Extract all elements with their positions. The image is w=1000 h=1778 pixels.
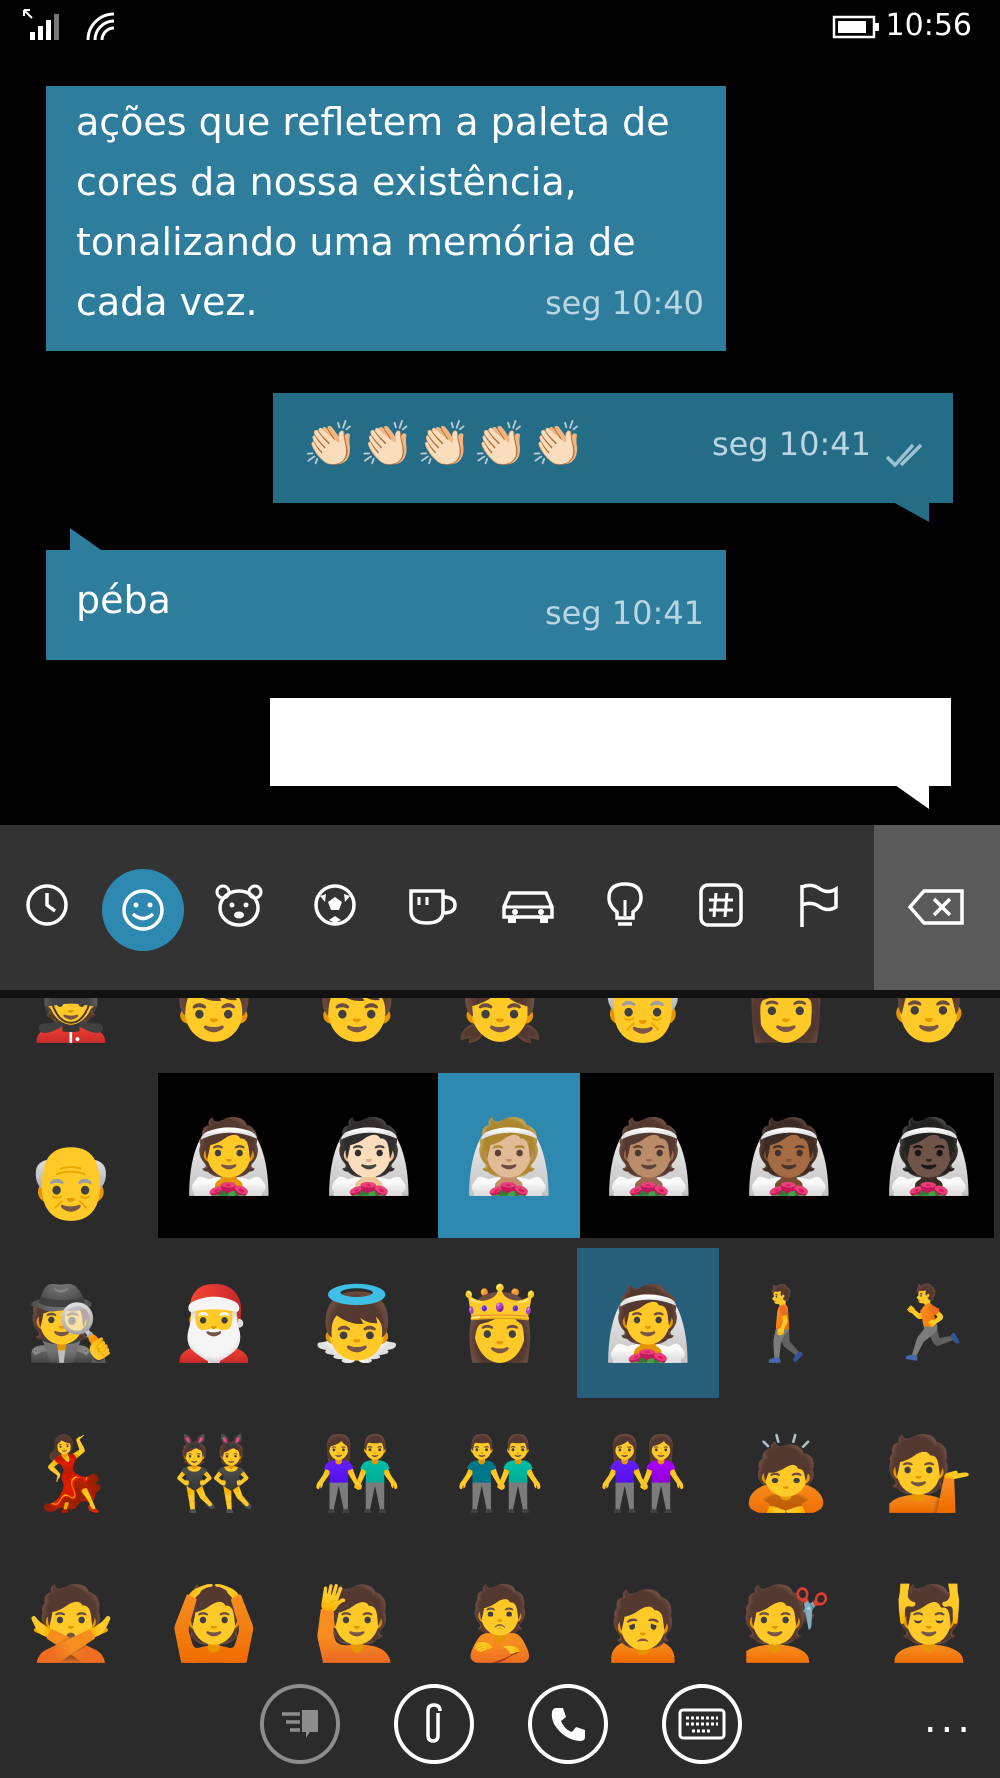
bubble-tail	[70, 528, 104, 552]
clock-time: 10:56	[885, 8, 972, 43]
emoji-two-women[interactable]: 👭	[572, 1398, 714, 1548]
emoji-bunny-dancers[interactable]: 👯	[143, 1398, 285, 1548]
wifi-icon	[86, 12, 115, 41]
keyboard-button[interactable]	[662, 1684, 742, 1764]
bubble-tail	[893, 502, 929, 522]
message-timestamp: seg 10:40	[544, 284, 704, 322]
attach-button[interactable]	[394, 1684, 474, 1764]
emoji-old-man[interactable]: 👴	[0, 1098, 142, 1263]
message-bubble-incoming[interactable]: ações que refletem a paleta de cores da …	[46, 86, 726, 351]
backspace-icon	[907, 889, 964, 925]
emoji-girl[interactable]: 👧	[429, 998, 571, 1078]
hash-icon[interactable]	[681, 865, 761, 945]
message-bubble-outgoing[interactable]: 👏🏻👏🏻👏🏻👏🏻👏🏻 seg 10:41	[273, 393, 953, 503]
soccer-ball-icon[interactable]	[295, 865, 375, 945]
status-bar: 10:56	[0, 0, 1000, 60]
skin-tone-picker: 👰 👰🏻 👰🏼 👰🏽 👰🏾 👰🏿	[158, 1073, 994, 1238]
emoji-couple[interactable]: 👫	[286, 1398, 428, 1548]
emoji-bowing[interactable]: 🙇	[715, 1398, 857, 1548]
coffee-cup-icon[interactable]	[393, 865, 473, 945]
smiley-icon[interactable]	[102, 869, 184, 951]
emoji-guard[interactable]: 💂	[0, 998, 142, 1078]
paperclip-icon	[426, 1703, 442, 1743]
bear-icon[interactable]	[199, 865, 279, 945]
backspace-button[interactable]	[874, 825, 1000, 990]
emoji-bride-dark[interactable]: 👰🏿	[858, 1073, 1000, 1238]
message-timestamp: seg 10:41	[711, 425, 871, 463]
message-text: péba	[76, 578, 171, 622]
emoji-frowning[interactable]: 🙍	[572, 1548, 714, 1666]
divider	[0, 990, 1000, 998]
emoji-bride-default[interactable]: 👰	[158, 1073, 300, 1238]
emoji-info-desk[interactable]: 💁	[858, 1398, 1000, 1548]
battery-icon	[832, 15, 879, 39]
emoji-two-men[interactable]: 👬	[429, 1398, 571, 1548]
emoji-angel[interactable]: 👼	[286, 1248, 428, 1398]
emoji-boy[interactable]: 👦	[286, 998, 428, 1078]
emoji-bride-medium[interactable]: 👰🏽	[578, 1073, 720, 1238]
double-check-icon	[885, 443, 923, 468]
emoji-dancer[interactable]: 💃	[0, 1398, 142, 1548]
signal-icon	[23, 9, 59, 40]
phone-icon	[551, 1708, 585, 1741]
emoji-boy[interactable]: 👦	[143, 998, 285, 1078]
emoji-no-gesture[interactable]: 🙅	[0, 1548, 142, 1666]
emoji-bride-selected[interactable]: 👰	[577, 1248, 719, 1398]
message-bubble-incoming[interactable]: péba seg 10:41	[46, 550, 726, 660]
emoji-bride-medium-dark[interactable]: 👰🏾	[718, 1073, 860, 1238]
emoji-bride-light[interactable]: 👰🏻	[298, 1073, 440, 1238]
message-timestamp: seg 10:41	[544, 594, 704, 632]
emoji-detective[interactable]: 🕵️	[0, 1248, 142, 1398]
quick-reply-icon	[282, 1710, 318, 1738]
emoji-walking[interactable]: 🚶	[715, 1248, 857, 1398]
emoji-old-man[interactable]: 👴	[572, 998, 714, 1078]
emoji-man[interactable]: 👨	[858, 998, 1000, 1078]
message-text: 👏🏻👏🏻👏🏻👏🏻👏🏻	[303, 419, 587, 470]
emoji-massage[interactable]: 💆	[858, 1548, 1000, 1666]
bubble-tail	[895, 785, 929, 809]
call-button[interactable]	[528, 1684, 608, 1764]
emoji-category-bar	[0, 825, 1000, 990]
message-bubble-outgoing[interactable]	[270, 698, 951, 786]
app-bar: ...	[0, 1666, 1000, 1778]
quick-reply-button[interactable]	[260, 1684, 340, 1764]
light-bulb-icon[interactable]	[585, 865, 665, 945]
emoji-haircut[interactable]: 💇	[715, 1548, 857, 1666]
emoji-princess[interactable]: 👸	[429, 1248, 571, 1398]
clock-icon[interactable]	[7, 865, 87, 945]
emoji-running[interactable]: 🏃	[858, 1248, 1000, 1398]
keyboard-icon	[678, 1708, 726, 1740]
emoji-ok-gesture[interactable]: 🙆	[143, 1548, 285, 1666]
emoji-woman[interactable]: 👩	[715, 998, 857, 1078]
emoji-grid: 💂 👦 👦 👧 👴 👩 👨 👴 👰 👰🏻 👰🏼 👰🏽 👰🏾 👰🏿 🕵️ 🎅 👼 …	[0, 998, 1000, 1666]
emoji-raising-hand[interactable]: 🙋	[286, 1548, 428, 1666]
flag-icon[interactable]	[778, 865, 858, 945]
car-icon[interactable]	[488, 865, 568, 945]
emoji-santa[interactable]: 🎅	[143, 1248, 285, 1398]
more-options-button[interactable]: ...	[924, 1696, 974, 1742]
emoji-pouting[interactable]: 🙎	[429, 1548, 571, 1666]
emoji-bride-medium-light[interactable]: 👰🏼	[438, 1073, 580, 1238]
